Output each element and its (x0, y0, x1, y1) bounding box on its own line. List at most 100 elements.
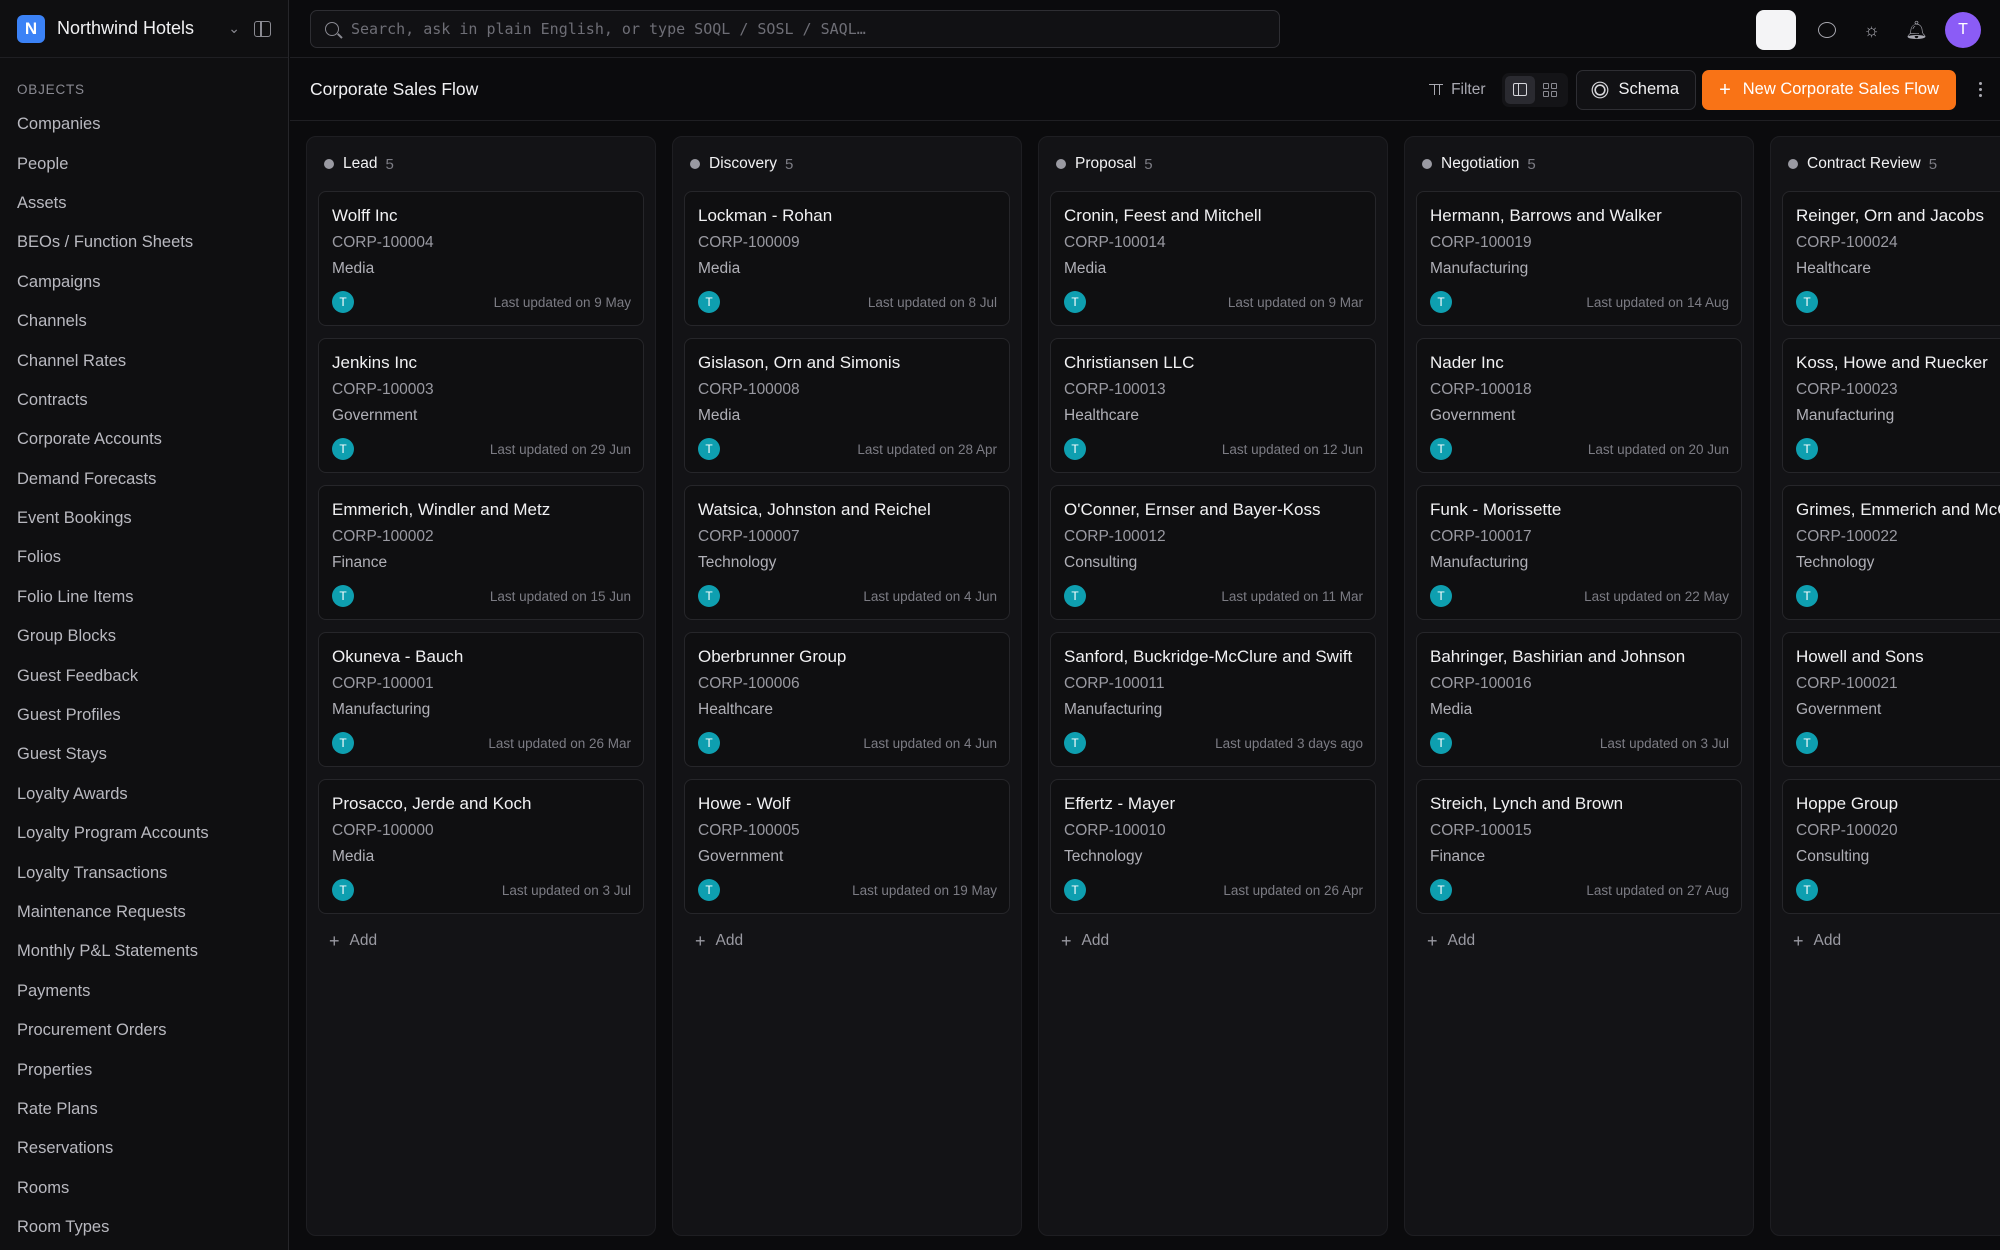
record-card[interactable]: Howell and Sons CORP-100021 Government T… (1782, 632, 2000, 767)
kanban-view-button[interactable] (1504, 75, 1535, 104)
sidebar-toggle-icon[interactable] (254, 20, 271, 37)
sidebar-item-contracts[interactable]: Contracts (0, 381, 288, 420)
card-code: CORP-100021 (1796, 675, 1898, 692)
column-title: Contract Review (1807, 155, 1921, 172)
add-card-button[interactable]: + Add (1793, 932, 2000, 950)
sidebar-item-loyalty-program-accounts[interactable]: Loyalty Program Accounts (0, 814, 288, 853)
record-card[interactable]: Cronin, Feest and Mitchell CORP-100014 M… (1050, 191, 1376, 326)
record-card[interactable]: Streich, Lynch and Brown CORP-100015 Fin… (1416, 779, 1742, 914)
sidebar-item-loyalty-transactions[interactable]: Loyalty Transactions (0, 853, 288, 892)
card-industry: Government (332, 407, 418, 424)
sidebar-item-reservations[interactable]: Reservations (0, 1129, 288, 1168)
chat-button[interactable] (1804, 10, 1849, 50)
status-dot-icon (1056, 159, 1066, 169)
sidebar-item-folio-line-items[interactable]: Folio Line Items (0, 578, 288, 617)
record-card[interactable]: O'Conner, Ernser and Bayer-Koss CORP-100… (1050, 485, 1376, 620)
sidebar-item-companies[interactable]: Companies (0, 105, 288, 144)
record-card[interactable]: Christiansen LLC CORP-100013 Healthcare … (1050, 338, 1376, 473)
record-card[interactable]: Koss, Howe and Ruecker CORP-100023 Manuf… (1782, 338, 2000, 473)
record-card[interactable]: Nader Inc CORP-100018 Government T Last … (1416, 338, 1742, 473)
workspace-switcher[interactable]: N Northwind Hotels ⌄ (0, 0, 288, 58)
record-card[interactable]: Effertz - Mayer CORP-100010 Technology T… (1050, 779, 1376, 914)
notifications-button[interactable]: 🔔︎ (1894, 10, 1939, 50)
new-record-label: New Corporate Sales Flow (1742, 80, 1939, 98)
sidebar-item-guest-profiles[interactable]: Guest Profiles (0, 696, 288, 735)
sidebar-item-campaigns[interactable]: Campaigns (0, 263, 288, 302)
record-card[interactable]: Okuneva - Bauch CORP-100001 Manufacturin… (318, 632, 644, 767)
sidebar-item-demand-forecasts[interactable]: Demand Forecasts (0, 460, 288, 499)
card-industry: Healthcare (698, 701, 773, 718)
card-title: Lockman - Rohan (698, 206, 833, 225)
sidebar-item-properties[interactable]: Properties (0, 1050, 288, 1089)
card-industry: Healthcare (1064, 407, 1139, 424)
sidebar-item-rate-plans[interactable]: Rate Plans (0, 1090, 288, 1129)
add-card-button[interactable]: + Add (695, 932, 1021, 950)
sun-icon: ☼ (1863, 19, 1880, 40)
new-record-button[interactable]: + New Corporate Sales Flow (1702, 69, 1956, 110)
record-card[interactable]: Howe - Wolf CORP-100005 Government T Las… (684, 779, 1010, 914)
sidebar-item-people[interactable]: People (0, 144, 288, 183)
sidebar-item-guest-stays[interactable]: Guest Stays (0, 735, 288, 774)
search-icon (325, 21, 339, 36)
card-industry: Technology (698, 554, 777, 571)
global-search[interactable] (310, 9, 1280, 48)
card-footer: T Last updated on 29 Jun (332, 438, 631, 460)
record-card[interactable]: Jenkins Inc CORP-100003 Government T Las… (318, 338, 644, 473)
filter-button[interactable]: Filter (1429, 81, 1486, 99)
record-card[interactable]: Reinger, Orn and Jacobs CORP-100024 Heal… (1782, 191, 2000, 326)
card-code: CORP-100001 (332, 675, 434, 692)
record-card[interactable]: Grimes, Emmerich and McG CORP-100022 Tec… (1782, 485, 2000, 620)
record-card[interactable]: Hoppe Group CORP-100020 Consulting T Las… (1782, 779, 2000, 914)
sidebar-item-guest-feedback[interactable]: Guest Feedback (0, 656, 288, 695)
chevron-down-icon[interactable]: ⌄ (228, 20, 240, 37)
sidebar-item-room-types[interactable]: Room Types (0, 1208, 288, 1247)
card-code: CORP-100024 (1796, 234, 1898, 251)
add-card-button[interactable]: + Add (1427, 932, 1753, 950)
card-industry: Technology (1796, 554, 1875, 571)
sidebar-item-procurement-orders[interactable]: Procurement Orders (0, 1011, 288, 1050)
schema-button[interactable]: Schema (1575, 69, 1697, 110)
sidebar-item-channels[interactable]: Channels (0, 302, 288, 341)
sidebar-item-payments[interactable]: Payments (0, 972, 288, 1011)
record-card[interactable]: Lockman - Rohan CORP-100009 Media T Last… (684, 191, 1010, 326)
sidebar-item-rooms[interactable]: Rooms (0, 1169, 288, 1208)
sidebar-item-beos-function-sheets[interactable]: BEOs / Function Sheets (0, 223, 288, 262)
add-card-button[interactable]: + Add (1061, 932, 1387, 950)
sidebar-item-maintenance-requests[interactable]: Maintenance Requests (0, 893, 288, 932)
chat-icon (1817, 22, 1836, 38)
card-footer: T Last updated on 28 Apr (698, 438, 997, 460)
record-card[interactable]: Sanford, Buckridge-McClure and Swift COR… (1050, 632, 1376, 767)
record-card[interactable]: Hermann, Barrows and Walker CORP-100019 … (1416, 191, 1742, 326)
sidebar-item-group-blocks[interactable]: Group Blocks (0, 617, 288, 656)
sidebar-item-loyalty-awards[interactable]: Loyalty Awards (0, 775, 288, 814)
sidebar-item-folios[interactable]: Folios (0, 538, 288, 577)
record-card[interactable]: Oberbrunner Group CORP-100006 Healthcare… (684, 632, 1010, 767)
record-card[interactable]: Wolff Inc CORP-100004 Media T Last updat… (318, 191, 644, 326)
add-card-button[interactable]: + Add (329, 932, 655, 950)
card-code: CORP-100018 (1430, 381, 1532, 398)
record-card[interactable]: Prosacco, Jerde and Koch CORP-100000 Med… (318, 779, 644, 914)
user-avatar[interactable]: T (1945, 12, 1981, 48)
app-launcher-button[interactable] (1756, 10, 1796, 50)
sidebar-item-channel-rates[interactable]: Channel Rates (0, 341, 288, 380)
sidebar-item-corporate-accounts[interactable]: Corporate Accounts (0, 420, 288, 459)
record-card[interactable]: Emmerich, Windler and Metz CORP-100002 F… (318, 485, 644, 620)
card-industry: Technology (1064, 848, 1143, 865)
sidebar-item-monthly-p-l-statements[interactable]: Monthly P&L Statements (0, 932, 288, 971)
grid-view-button[interactable] (1535, 76, 1565, 104)
plus-icon: + (1427, 931, 1438, 951)
record-card[interactable]: Gislason, Orn and Simonis CORP-100008 Me… (684, 338, 1010, 473)
sidebar-item-event-bookings[interactable]: Event Bookings (0, 499, 288, 538)
card-footer: T Last upd (1796, 585, 2000, 607)
record-card[interactable]: Bahringer, Bashirian and Johnson CORP-10… (1416, 632, 1742, 767)
card-title: Hoppe Group (1796, 794, 1899, 813)
record-card[interactable]: Watsica, Johnston and Reichel CORP-10000… (684, 485, 1010, 620)
column-header: Lead 5 (307, 137, 655, 191)
record-card[interactable]: Funk - Morissette CORP-100017 Manufactur… (1416, 485, 1742, 620)
search-input[interactable] (351, 19, 1251, 38)
more-options-button[interactable] (1960, 82, 2000, 97)
sidebar-item-assets[interactable]: Assets (0, 184, 288, 223)
theme-toggle-button[interactable]: ☼ (1849, 10, 1894, 50)
card-title: Okuneva - Bauch (332, 647, 464, 666)
column-title: Negotiation (1441, 155, 1520, 172)
